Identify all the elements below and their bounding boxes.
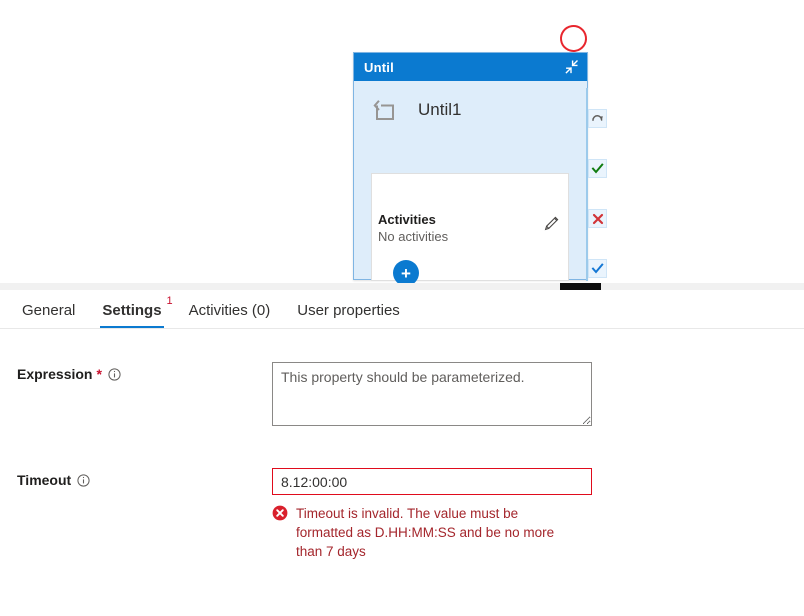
properties-pane: General Settings 1 Activities (0) User p… (0, 290, 804, 616)
plus-icon: + (401, 263, 411, 283)
until-node-row[interactable]: Until1 (354, 81, 587, 139)
expression-input[interactable] (272, 362, 592, 426)
success-icon[interactable] (588, 159, 607, 178)
tab-user-properties-label: User properties (297, 302, 400, 319)
expression-control (272, 362, 592, 431)
activities-subtitle: No activities (378, 229, 449, 244)
info-icon[interactable] (108, 367, 121, 381)
timeout-label: Timeout (17, 468, 272, 488)
timeout-error-text: Timeout is invalid. The value must be fo… (296, 506, 555, 559)
timeout-input[interactable] (272, 468, 592, 495)
settings-form: Expression * Timeout (0, 329, 804, 561)
expression-field-row: Expression * (0, 362, 804, 431)
loop-until-icon (370, 96, 398, 124)
retry-icon[interactable] (588, 109, 607, 128)
activities-card[interactable]: Activities No activities + (371, 173, 569, 283)
tab-user-properties[interactable]: User properties (287, 302, 410, 328)
until-node-label: Until1 (418, 100, 462, 119)
activities-title: Activities (378, 212, 436, 227)
until-panel-body: Until1 Activities No activities + (354, 81, 587, 283)
expression-label: Expression * (17, 362, 272, 382)
pencil-icon[interactable] (543, 214, 561, 232)
until-panel-title: Until (364, 59, 394, 75)
timeout-label-text: Timeout (17, 472, 72, 488)
properties-tabs: General Settings 1 Activities (0) User p… (0, 290, 804, 329)
tab-general[interactable]: General (12, 302, 85, 328)
timeout-error-message: Timeout is invalid. The value must be fo… (272, 504, 562, 561)
collapse-diagonal-arrows-icon[interactable] (561, 59, 579, 75)
until-panel-header: Until (354, 53, 587, 81)
tab-general-label: General (22, 302, 76, 319)
tab-settings[interactable]: Settings 1 (92, 296, 173, 328)
canvas-horizontal-scrollbar[interactable] (0, 283, 804, 290)
annotation-circle (558, 23, 589, 54)
activity-status-rail (586, 88, 607, 281)
info-icon[interactable] (77, 473, 90, 487)
until-activity-panel[interactable]: Until Until1 Activities No activities + (353, 52, 588, 283)
completion-icon[interactable] (588, 259, 607, 278)
failure-icon[interactable] (588, 209, 607, 228)
timeout-control: Timeout is invalid. The value must be fo… (272, 468, 592, 561)
required-marker: * (96, 366, 102, 382)
activities-head: Activities No activities (378, 212, 562, 245)
pipeline-canvas[interactable]: Until Until1 Activities No activities + (0, 0, 804, 283)
tab-activities[interactable]: Activities (0) (179, 302, 281, 328)
error-circle-x-icon (272, 505, 288, 521)
add-activity-button[interactable]: + (393, 260, 419, 283)
tab-settings-badge: 1 (166, 295, 173, 307)
tab-settings-label: Settings (102, 302, 162, 319)
timeout-field-row: Timeout 8.12:00:00 Timeout is invalid. T… (0, 468, 804, 561)
tab-activities-label: Activities (0) (188, 302, 271, 319)
canvas-scrollbar-thumb[interactable] (560, 283, 601, 290)
expression-label-text: Expression (17, 366, 93, 382)
